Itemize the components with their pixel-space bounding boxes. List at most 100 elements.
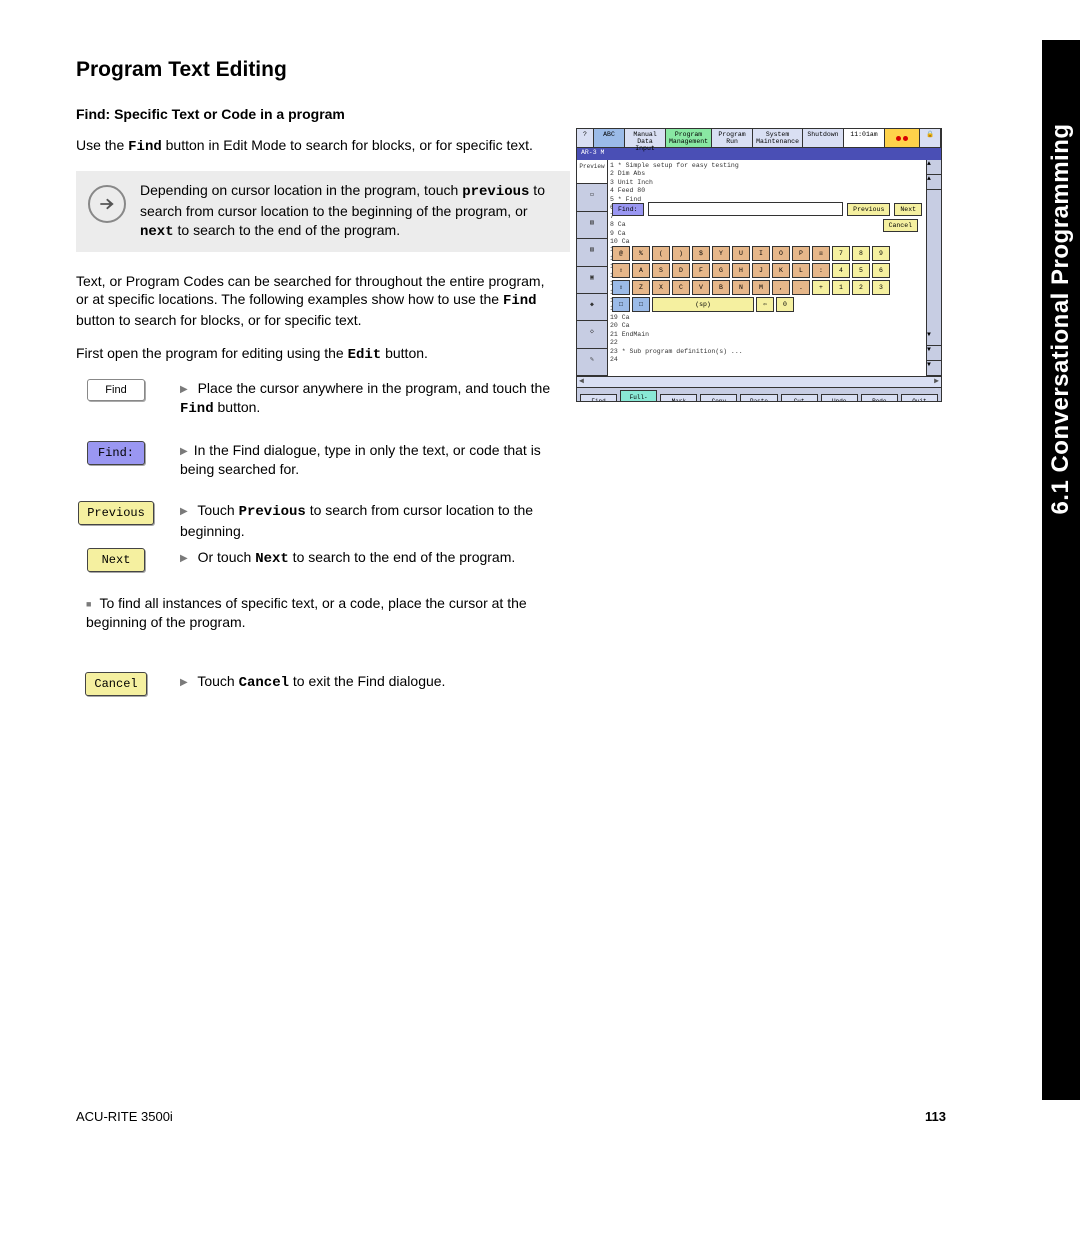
step-row: Cancel Touch Cancel to exit the Find dia… [76, 672, 556, 696]
keyboard-key[interactable]: I [752, 246, 770, 261]
tab-mdi[interactable]: Manual Data Input [625, 129, 666, 147]
code-line: 21 EndMain [610, 331, 926, 339]
shot-bottom-cut[interactable]: Cut [781, 394, 818, 403]
tab-program-run[interactable]: Program Run [712, 129, 753, 147]
keyboard-key[interactable]: S [652, 263, 670, 278]
space-key[interactable]: (sp) [652, 297, 754, 312]
keyboard-key[interactable]: V [692, 280, 710, 295]
scroll-up-icon[interactable]: ▲ [927, 160, 941, 175]
keyboard-key[interactable]: Z [632, 280, 650, 295]
note-box: Depending on cursor location in the prog… [76, 171, 570, 252]
keyboard-key[interactable]: N [732, 280, 750, 295]
keyboard-key[interactable]: 7 [832, 246, 850, 261]
shot-bottom-redo[interactable]: Redo [861, 394, 898, 403]
scroll-down-icon[interactable]: ▼ [927, 346, 941, 361]
tab-program-management[interactable]: Program Management [666, 129, 712, 147]
keyboard-key[interactable]: 1 [832, 280, 850, 295]
inline-code: Find [128, 139, 162, 155]
shot-bottom-copy[interactable]: Copy [700, 394, 737, 403]
step-list: Find Place the cursor anywhere in the pr… [76, 379, 556, 572]
keyboard-key[interactable]: □ [632, 297, 650, 312]
shot-hscrollbar[interactable] [577, 376, 941, 387]
keyboard-key[interactable]: G [712, 263, 730, 278]
find-dialog-button[interactable]: Find: [87, 441, 145, 465]
keyboard-key[interactable]: A [632, 263, 650, 278]
scroll-down-icon[interactable]: ▼ [927, 361, 941, 376]
code-line: 8 Ca [610, 221, 926, 229]
rail-icon[interactable]: ✎ [577, 349, 607, 376]
keyboard-key[interactable]: Y [712, 246, 730, 261]
keyboard-key[interactable]: ☒ [812, 246, 830, 261]
rail-icon[interactable]: ▧ [577, 212, 607, 239]
footer-product: ACU-RITE 3500i [76, 1109, 173, 1124]
shot-find-row: Find: Previous Next [612, 200, 922, 218]
keyboard-key[interactable]: F [692, 263, 710, 278]
code-line: 19 Ca [610, 314, 926, 322]
find-input[interactable] [648, 202, 844, 216]
shot-bottom-find[interactable]: Find [580, 394, 617, 403]
rail-icon[interactable]: ▨ [577, 239, 607, 266]
help-icon[interactable]: ? [577, 129, 594, 147]
keyboard-key[interactable]: □ [612, 297, 630, 312]
keyboard-key[interactable]: : [812, 263, 830, 278]
screenshot: ? ABC Manual Data Input Program Manageme… [576, 128, 942, 402]
keyboard-key[interactable]: L [792, 263, 810, 278]
keyboard-key[interactable]: + [812, 280, 830, 295]
keyboard-key[interactable]: ⇧ [612, 263, 630, 278]
shot-bottom-quit[interactable]: Quit [901, 394, 938, 403]
keyboard-key[interactable]: P [792, 246, 810, 261]
keyboard-key[interactable]: C [672, 280, 690, 295]
keyboard-key[interactable]: 8 [852, 246, 870, 261]
shot-bottom-full-screen[interactable]: Full- Screen [620, 390, 657, 402]
keyboard-key[interactable]: ⇪ [612, 280, 630, 295]
keyboard-key[interactable]: 4 [832, 263, 850, 278]
keyboard-key[interactable]: ⇦ [756, 297, 774, 312]
keyboard-key[interactable]: 9 [872, 246, 890, 261]
shot-bottom-mark[interactable]: Mark [660, 394, 697, 403]
shot-keyboard: @%()$YUIOP☒789 ⇧ASDFGHJKL:456 ⇪ZXCVBNM,.+1… [612, 246, 922, 314]
find-button[interactable]: Find [87, 379, 145, 401]
rail-icon[interactable]: ◇ [577, 321, 607, 348]
keyboard-key[interactable]: ( [652, 246, 670, 261]
keyboard-key[interactable]: 5 [852, 263, 870, 278]
keyboard-key[interactable]: 0 [776, 297, 794, 312]
tab-shutdown[interactable]: Shutdown [803, 129, 844, 147]
keyboard-key[interactable]: M [752, 280, 770, 295]
keyboard-key[interactable]: ) [672, 246, 690, 261]
keyboard-key[interactable]: O [772, 246, 790, 261]
keyboard-key[interactable]: 2 [852, 280, 870, 295]
keyboard-key[interactable]: , [772, 280, 790, 295]
keyboard-key[interactable]: U [732, 246, 750, 261]
note-text: Depending on cursor location in the prog… [140, 181, 558, 242]
tab-system-maintenance[interactable]: System Maintenance [753, 129, 803, 147]
shot-cancel-button[interactable]: Cancel [883, 219, 918, 232]
keyboard-key[interactable]: 3 [872, 280, 890, 295]
keyboard-key[interactable]: @ [612, 246, 630, 261]
keyboard-key[interactable]: 6 [872, 263, 890, 278]
keyboard-key[interactable]: D [672, 263, 690, 278]
keyboard-key[interactable]: % [632, 246, 650, 261]
scroll-down-icon[interactable]: ▼ [927, 331, 941, 346]
keyboard-key[interactable]: . [792, 280, 810, 295]
scroll-up-icon[interactable]: ▲ [927, 175, 941, 190]
keyboard-key[interactable]: $ [692, 246, 710, 261]
rail-icon[interactable]: ▣ [577, 267, 607, 294]
shot-previous-button[interactable]: Previous [847, 203, 890, 216]
keyboard-key[interactable]: K [772, 263, 790, 278]
cancel-button[interactable]: Cancel [85, 672, 146, 696]
keyboard-key[interactable]: B [712, 280, 730, 295]
keyboard-key[interactable]: X [652, 280, 670, 295]
keyboard-key[interactable]: J [752, 263, 770, 278]
preview-button[interactable]: Preview [577, 160, 607, 184]
status-leds [885, 129, 920, 147]
previous-button[interactable]: Previous [78, 501, 154, 525]
tab-abc[interactable]: ABC [594, 129, 625, 147]
shot-next-button[interactable]: Next [894, 203, 922, 216]
rail-icon[interactable]: ▭ [577, 184, 607, 211]
next-button[interactable]: Next [87, 548, 145, 572]
shot-bottom-paste[interactable]: Paste [740, 394, 777, 403]
keyboard-key[interactable]: H [732, 263, 750, 278]
shot-bottom-undo[interactable]: Undo [821, 394, 858, 403]
step-row: Find: In the Find dialogue, type in only… [76, 441, 556, 479]
rail-icon[interactable]: ◆ [577, 294, 607, 321]
